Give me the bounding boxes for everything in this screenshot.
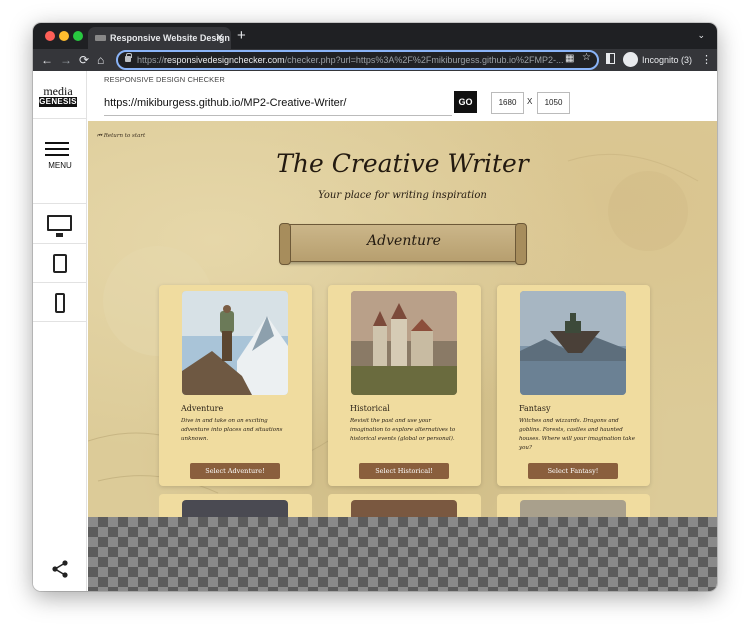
card-description: Revisit the past and use your imaginatio… [350, 418, 456, 442]
star-icon[interactable]: ☆ [582, 52, 591, 63]
url-scheme: https:// [137, 55, 165, 65]
return-to-start-link[interactable]: ⏮ Return to start [97, 133, 145, 140]
checker-heading: RESPONSIVE DESIGN CHECKER [104, 75, 225, 84]
hamburger-icon [45, 142, 69, 156]
url-host: responsivedesignchecker.com [164, 55, 285, 65]
genre-card-fantasy: Fantasy Witches and wizzards. Dragons an… [497, 285, 650, 486]
site-subtitle: Your place for writing inspiration [318, 190, 487, 201]
card-image [182, 500, 288, 517]
new-tab-button[interactable]: + [237, 27, 246, 45]
select-historical-button[interactable]: Select Historical! [359, 463, 449, 479]
logo-text-genesis: GENESIS [39, 97, 77, 107]
incognito-icon[interactable] [623, 52, 638, 67]
browser-toolbar: ← → ⟳ ⌂ https://responsivedesignchecker.… [33, 49, 717, 71]
card-title: Historical [350, 404, 390, 413]
select-fantasy-button[interactable]: Select Fantasy! [528, 463, 618, 479]
site-title: The Creative Writer [276, 149, 529, 178]
go-button[interactable]: GO [454, 91, 477, 113]
menu-button[interactable]: MENU [33, 118, 87, 204]
logo-text-media: media [43, 84, 73, 98]
forward-icon[interactable]: → [60, 51, 72, 69]
site-url-input[interactable]: https://mikiburgess.github.io/MP2-Creati… [104, 90, 452, 116]
card-title: Fantasy [519, 404, 551, 413]
fantasy-image [520, 291, 626, 395]
tab-search-icon[interactable]: ⌄ [697, 30, 705, 41]
banner-text: Adventure [367, 233, 441, 249]
browser-window: Responsive Website Design Te ✕ + ⌄ ← → ⟳… [33, 23, 717, 591]
phone-icon [55, 293, 65, 313]
media-genesis-logo[interactable]: media GENESIS [39, 84, 77, 107]
preview-viewport[interactable]: ⏮ Return to start The Creative Writer Yo… [88, 121, 717, 591]
side-panel-icon[interactable] [606, 53, 615, 64]
select-adventure-button[interactable]: Select Adventure! [190, 463, 280, 479]
desktop-icon [47, 215, 72, 237]
zoom-window-button[interactable] [73, 31, 83, 41]
genre-card-row2-1 [159, 494, 312, 517]
width-input[interactable]: 1680 [491, 92, 524, 114]
menu-label: MENU [48, 161, 72, 170]
desktop-device-button[interactable] [33, 206, 87, 244]
checker-sidebar: media GENESIS MENU [33, 71, 87, 591]
card-description: Dive in and take on an exciting adventur… [181, 418, 283, 442]
genre-card-adventure: Adventure Dive in and take on an excitin… [159, 285, 312, 486]
checker-main: RESPONSIVE DESIGN CHECKER https://mikibu… [88, 71, 717, 591]
genre-card-row2-3 [497, 494, 650, 517]
historical-image [351, 291, 457, 395]
close-window-button[interactable] [45, 31, 55, 41]
phone-device-button[interactable] [33, 284, 87, 322]
preview-site: ⏮ Return to start The Creative Writer Yo… [88, 121, 717, 517]
qr-icon[interactable]: ▦ [565, 53, 574, 64]
tablet-icon [53, 254, 67, 273]
share-icon[interactable] [50, 559, 70, 579]
empty-viewport-area [88, 517, 717, 591]
kebab-icon[interactable]: ⋮ [701, 49, 712, 71]
genre-card-historical: Historical Revisit the past and use your… [328, 285, 481, 486]
tablet-device-button[interactable] [33, 245, 87, 283]
card-image [520, 500, 626, 517]
height-input[interactable]: 1050 [537, 92, 570, 114]
tab-close-icon[interactable]: ✕ [215, 27, 224, 49]
address-bar[interactable]: https://responsivedesignchecker.com/chec… [116, 50, 599, 70]
browser-tab[interactable]: Responsive Website Design Te ✕ [88, 27, 231, 49]
back-icon[interactable]: ← [41, 51, 53, 69]
reload-icon[interactable]: ⟳ [79, 51, 89, 69]
card-title: Adventure [181, 404, 224, 413]
card-image [351, 500, 457, 517]
genre-card-row2-2 [328, 494, 481, 517]
favicon-icon [95, 35, 106, 41]
url-path: /checker.php?url=https%3A%2F%2Fmikiburge… [284, 55, 564, 65]
tab-strip: Responsive Website Design Te ✕ + ⌄ [33, 23, 717, 49]
genre-banner: Adventure [279, 223, 527, 265]
dimension-separator: X [527, 97, 533, 106]
tab-title: Responsive Website Design Te [110, 33, 231, 43]
minimize-window-button[interactable] [59, 31, 69, 41]
home-icon[interactable]: ⌂ [97, 51, 104, 69]
lock-icon[interactable] [125, 53, 132, 62]
card-description: Witches and wizzards. Dragons and goblin… [519, 418, 635, 451]
incognito-label[interactable]: Incognito (3) [642, 49, 692, 71]
adventure-image [182, 291, 288, 395]
